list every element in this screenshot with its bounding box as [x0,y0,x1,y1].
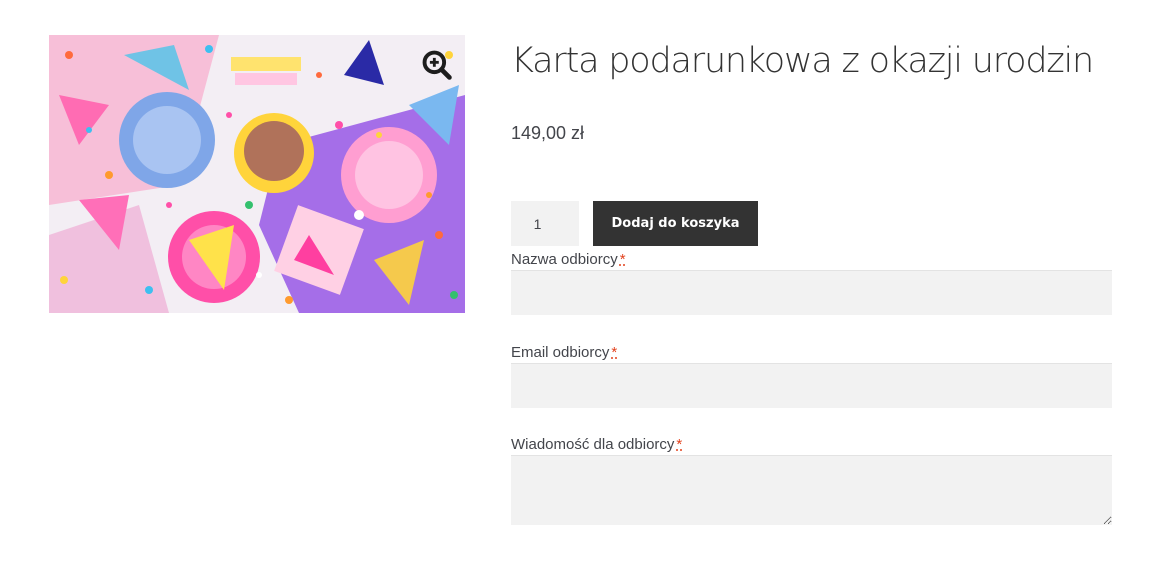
required-mark: * [619,251,626,268]
add-to-cart-button[interactable]: Dodaj do koszyka [593,201,758,246]
recipient-email-input[interactable] [511,363,1112,408]
add-to-cart-form: Dodaj do koszyka [511,201,758,246]
recipient-name-input[interactable] [511,270,1112,315]
product-image[interactable] [49,35,465,313]
required-mark: * [611,344,618,361]
recipient-message-textarea[interactable] [511,455,1112,525]
quantity-input[interactable] [511,201,579,246]
required-mark: * [676,436,683,453]
product-gallery [49,35,465,313]
zoom-in-icon [422,50,452,80]
zoom-button[interactable] [421,49,453,81]
product-price: 149,00 zł [511,123,585,143]
recipient-name-label: Nazwa odbiorcy * [511,251,626,268]
recipient-email-label: Email odbiorcy * [511,344,618,361]
recipient-email-field: Email odbiorcy * [511,343,1112,408]
recipient-name-field: Nazwa odbiorcy * [511,250,1112,315]
recipient-message-field: Wiadomość dla odbiorcy * [511,435,1112,525]
recipient-message-label: Wiadomość dla odbiorcy * [511,436,683,453]
product-title: Karta podarunkowa z okazji urodzin [511,41,1094,81]
product-summary: Karta podarunkowa z okazji urodzin 149,0… [511,35,1112,525]
